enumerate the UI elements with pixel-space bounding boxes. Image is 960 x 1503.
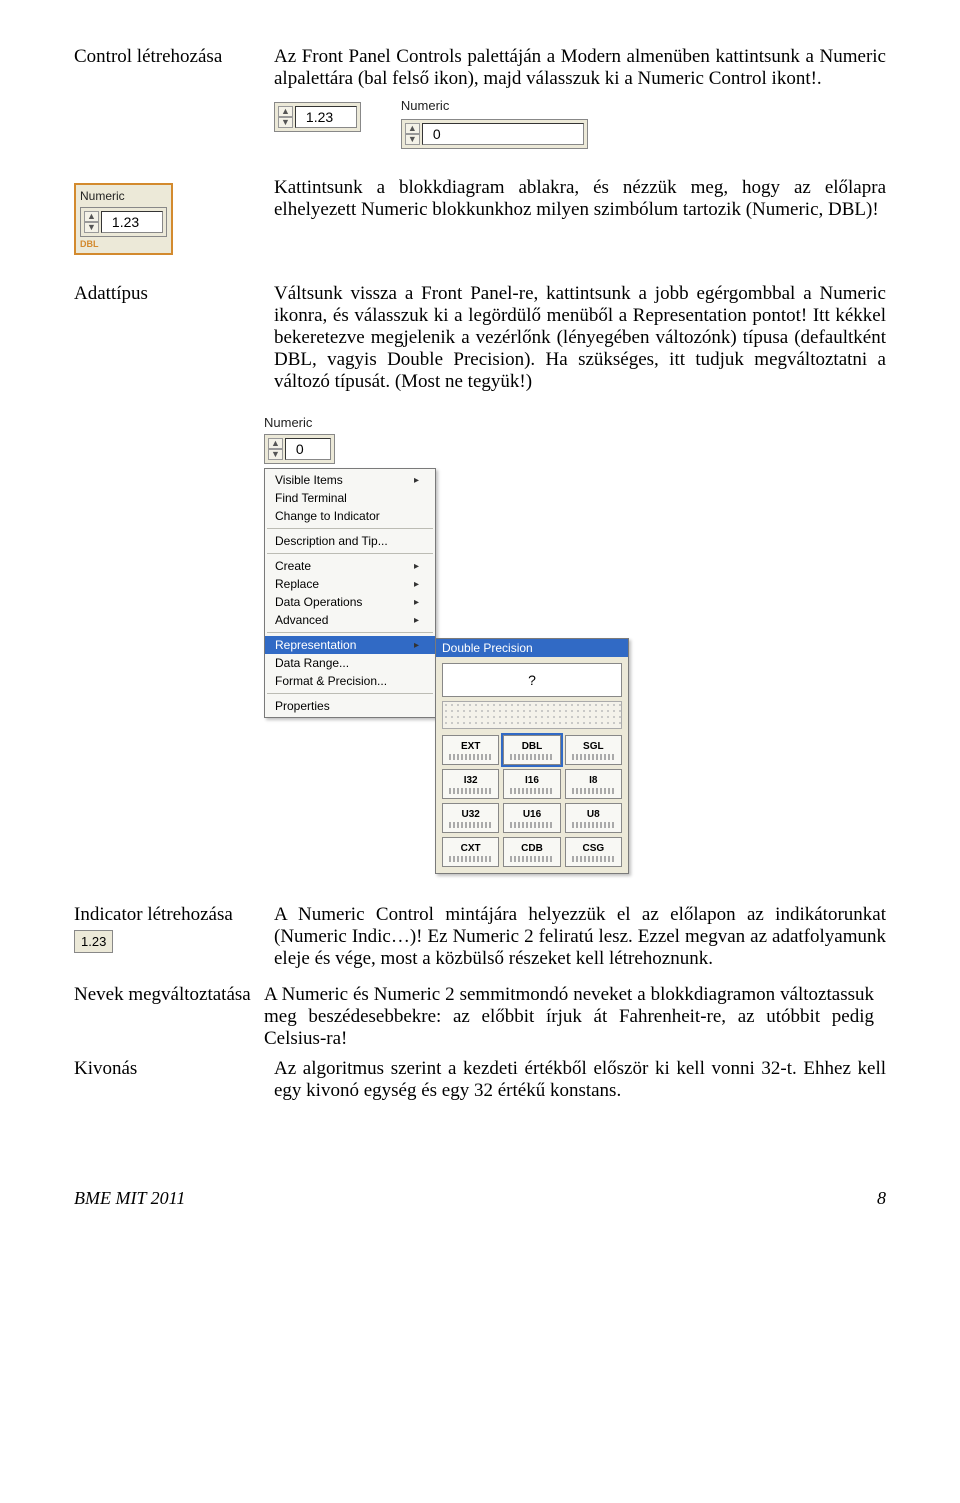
menu-item-data-range[interactable]: Data Range... [265,654,435,672]
context-menu[interactable]: Visible Items Find Terminal Change to In… [264,468,436,718]
type-u32[interactable]: U32 [442,803,499,833]
type-u8[interactable]: U8 [565,803,622,833]
footer-left: BME MIT 2011 [74,1188,185,1209]
heading-datatype: Adattípus [74,283,274,305]
type-i8[interactable]: I8 [565,769,622,799]
type-cdb[interactable]: CDB [503,837,560,867]
body-control-create: Az Front Panel Controls palettáján a Mod… [274,46,886,169]
type-dbl[interactable]: DBL [503,735,560,765]
page-footer: BME MIT 2011 8 [74,1188,886,1209]
menu-item-replace[interactable]: Replace [265,575,435,593]
numeric-control-sample-1: ▲▼ 1.23 [274,98,361,132]
numeric-value[interactable]: 0 [422,123,584,145]
menu-item-create[interactable]: Create [265,557,435,575]
menu-separator [267,632,433,633]
heading-subtract: Kivonás [74,1058,274,1080]
heading-indicator-create: Indicator létrehozása 1.23 [74,904,274,953]
numeric-value[interactable]: 1.23 [295,106,357,128]
ctx-header-caption: Numeric [264,415,312,430]
representation-submenu[interactable]: Double Precision ? EXT DBL SGL I32 I16 I… [435,638,629,874]
body-palette: Kattintsunk a blokkdiagram ablakra, és n… [274,177,886,227]
type-u16[interactable]: U16 [503,803,560,833]
menu-item-find-terminal[interactable]: Find Terminal [265,489,435,507]
type-csg[interactable]: CSG [565,837,622,867]
para-blockdiagram: Kattintsunk a blokkdiagram ablakra, és n… [274,177,886,221]
para-indicator: A Numeric Control mintájára helyezzük el… [274,904,886,970]
heading-indicator-text: Indicator létrehozása [74,904,233,925]
menu-item-format-precision[interactable]: Format & Precision... [265,672,435,690]
updown-icon[interactable]: ▲▼ [268,438,283,460]
type-i32[interactable]: I32 [442,769,499,799]
palette-col: Numeric ▲▼ 1.23 DBL [74,177,274,275]
type-ext[interactable]: EXT [442,735,499,765]
menu-item-data-operations[interactable]: Data Operations [265,593,435,611]
ctx-numeric-value[interactable]: 0 [285,438,331,460]
menu-item-advanced[interactable]: Advanced [265,611,435,629]
inline-figures: ▲▼ 1.23 Numeric ▲▼ 0 [274,98,886,149]
section-subtract: Kivonás Az algoritmus szerint a kezdeti … [74,1058,886,1108]
body-datatype: Váltsunk vissza a Front Panel-re, kattin… [274,283,886,399]
type-sgl[interactable]: SGL [565,735,622,765]
palette-numeric-icon[interactable]: Numeric ▲▼ 1.23 DBL [74,183,173,255]
section-rename: Nevek megváltoztatásaA Numeric és Numeri… [74,984,886,1050]
para-datatype: Váltsunk vissza a Front Panel-re, kattin… [274,283,886,393]
numeric-control-sample-2: Numeric ▲▼ 0 [401,98,588,149]
para-subtract: Az algoritmus szerint a kezdeti értékből… [274,1058,886,1102]
context-menu-row: Visible Items Find Terminal Change to In… [264,468,629,874]
numeric-control-widget[interactable]: ▲▼ 0 [401,119,588,149]
numeric-caption: Numeric [401,98,588,113]
section-indicator-create: Indicator létrehozása 1.23 A Numeric Con… [74,904,886,976]
heading-control-create: Control létrehozása [74,46,274,68]
menu-separator [267,693,433,694]
menu-item-change-to-indicator[interactable]: Change to Indicator [265,507,435,525]
palette-caption: Numeric [80,189,167,203]
para-control-create: Az Front Panel Controls palettáján a Mod… [274,46,886,90]
section-control-create: Control létrehozása Az Front Panel Contr… [74,46,886,169]
context-header: Numeric [264,415,629,432]
updown-icon[interactable]: ▲▼ [405,123,420,145]
menu-separator [267,528,433,529]
ctx-numeric-control[interactable]: ▲▼ 0 [264,434,335,464]
para-rename: A Numeric és Numeric 2 semmitmondó nevek… [264,984,874,1050]
para-rename-wrap: Nevek megváltoztatásaA Numeric és Numeri… [74,984,886,1050]
help-icon[interactable]: ? [442,663,622,697]
body-indicator-create: A Numeric Control mintájára helyezzük el… [274,904,886,976]
updown-icon: ▲▼ [84,211,99,233]
footer-page-number: 8 [877,1188,886,1209]
menu-item-description-tip[interactable]: Description and Tip... [265,532,435,550]
type-cxt[interactable]: CXT [442,837,499,867]
numeric-value: 1.23 [101,211,163,233]
preview-area [442,701,622,729]
type-grid: EXT DBL SGL I32 I16 I8 U32 U16 U8 CXT CD… [442,735,622,867]
menu-item-representation[interactable]: Representation [265,636,435,654]
section-palette: Numeric ▲▼ 1.23 DBL Kattintsunk a blokkd… [74,177,886,275]
menu-separator [267,553,433,554]
body-subtract: Az algoritmus szerint a kezdeti értékből… [274,1058,886,1108]
updown-icon[interactable]: ▲▼ [278,106,293,128]
indicator-palette-icon[interactable]: 1.23 [74,930,113,953]
menu-item-properties[interactable]: Properties [265,697,435,715]
type-i16[interactable]: I16 [503,769,560,799]
section-datatype: Adattípus Váltsunk vissza a Front Panel-… [74,283,886,399]
page: Control létrehozása Az Front Panel Contr… [0,0,960,1255]
numeric-control-widget[interactable]: ▲▼ 1.23 [274,102,361,132]
dbl-badge: DBL [80,239,167,249]
heading-rename: Nevek megváltoztatása [74,984,264,1006]
menu-item-visible-items[interactable]: Visible Items [265,471,435,489]
submenu-title: Double Precision [436,639,628,657]
palette-numeric-control: ▲▼ 1.23 [80,207,167,237]
context-menu-figure: Numeric ▲▼ 0 Visible Items Find Terminal… [264,415,629,874]
